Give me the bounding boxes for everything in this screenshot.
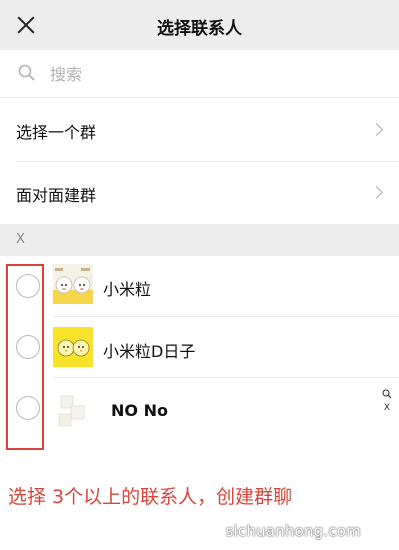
index-letter[interactable]: X	[381, 403, 393, 413]
contact-row[interactable]: NO No	[0, 378, 399, 442]
contact-name: NO No	[111, 401, 168, 420]
face-to-face-group-label: 面对面建群	[16, 186, 97, 205]
contact-name: 小米粒	[103, 280, 152, 299]
watermark: sichuanhong.com	[225, 522, 361, 540]
sheep-cartoon-avatar	[53, 264, 93, 304]
search-bar	[0, 50, 399, 98]
highlight-annotation-box	[6, 264, 44, 450]
face-to-face-group-row[interactable]: 面对面建群	[0, 162, 399, 224]
chick-cartoon-avatar	[53, 327, 93, 367]
section-header-x: X	[0, 224, 399, 256]
white-cube-avatar	[53, 392, 93, 432]
header-bar: 选择联系人	[0, 0, 399, 50]
contact-row[interactable]: 小米粒	[0, 256, 399, 316]
select-group-row[interactable]: 选择一个群	[0, 99, 399, 161]
search-icon[interactable]	[382, 389, 392, 399]
instruction-text: 选择 3个以上的联系人，创建群聊	[8, 486, 293, 508]
chevron-right-icon	[370, 186, 383, 199]
page-title: 选择联系人	[157, 19, 242, 39]
select-group-label: 选择一个群	[16, 123, 97, 142]
section-letter: X	[16, 232, 25, 247]
search-icon	[18, 64, 35, 81]
search-input[interactable]	[50, 62, 350, 86]
contact-row[interactable]: 小米粒D日子	[0, 317, 399, 377]
contact-name: 小米粒D日子	[103, 342, 196, 361]
chevron-right-icon	[370, 123, 383, 136]
index-bar[interactable]: X	[381, 389, 393, 413]
